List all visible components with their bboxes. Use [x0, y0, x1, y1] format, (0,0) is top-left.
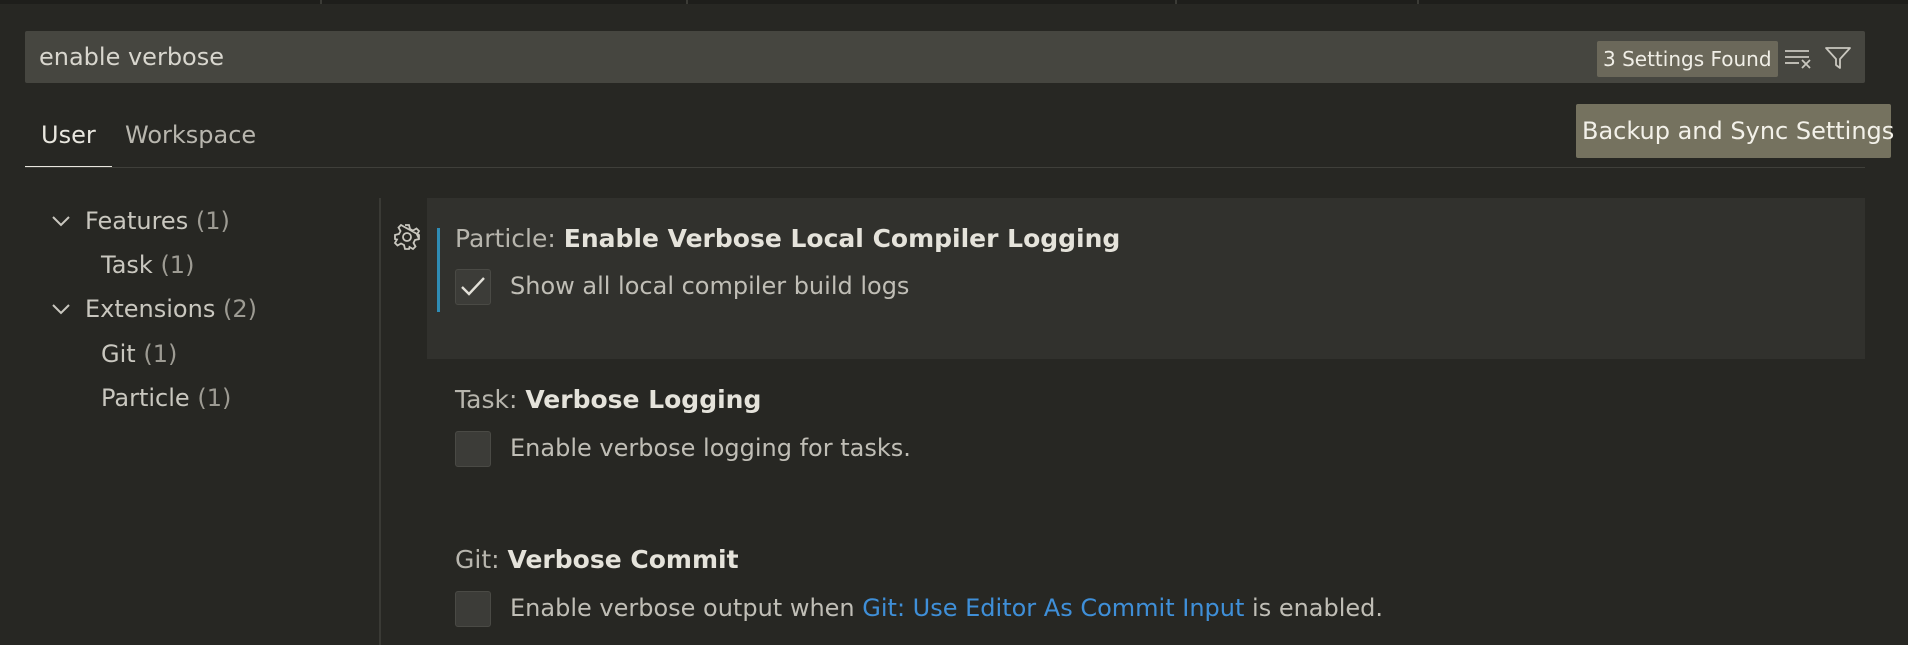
- setting-key: Enable Verbose Local Compiler Logging: [563, 224, 1121, 253]
- tab-separator: [1175, 0, 1177, 4]
- setting-checkbox[interactable]: [455, 591, 491, 627]
- setting-checkbox[interactable]: [455, 431, 491, 467]
- toc-item-git[interactable]: Git (1): [101, 336, 177, 372]
- toc-item-task[interactable]: Task (1): [101, 247, 194, 283]
- setting-checkbox[interactable]: [455, 269, 491, 305]
- gear-icon[interactable]: [392, 222, 422, 252]
- setting-task-verbose-logging: Task: Verbose Logging Enable verbose log…: [427, 359, 1865, 519]
- setting-title: Particle: Enable Verbose Local Compiler …: [455, 224, 1120, 253]
- check-icon: [461, 277, 485, 296]
- results-count-badge: 3 Settings Found: [1597, 41, 1778, 77]
- toc-label: Task: [101, 251, 153, 279]
- toc-item-features[interactable]: Features (1): [50, 203, 230, 239]
- chevron-down-icon: [52, 216, 70, 227]
- tab-separator: [320, 0, 322, 4]
- toc-label: Particle: [101, 384, 190, 412]
- tab-separator: [686, 0, 688, 4]
- focus-indicator: [437, 228, 440, 312]
- tab-separator: [1417, 0, 1419, 4]
- tabs-divider: [25, 167, 1865, 168]
- setting-category: Git:: [455, 545, 508, 574]
- toc-splitter[interactable]: [379, 198, 381, 645]
- toc-count: (1): [143, 340, 178, 368]
- toc-label: Extensions: [85, 295, 216, 323]
- filter-icon[interactable]: [1821, 41, 1855, 75]
- setting-key: Verbose Logging: [525, 385, 762, 414]
- setting-description: Enable verbose logging for tasks.: [510, 434, 911, 462]
- setting-category: Particle:: [455, 224, 564, 253]
- toc-label: Git: [101, 340, 136, 368]
- editor-tab-strip: [0, 0, 1908, 4]
- tab-user[interactable]: User: [25, 118, 112, 168]
- toc-label: Features: [85, 207, 189, 235]
- setting-description: Show all local compiler build logs: [510, 272, 910, 300]
- settings-search-bar: 3 Settings Found: [25, 31, 1865, 83]
- setting-key: Verbose Commit: [507, 545, 739, 574]
- setting-description: Enable verbose output when Git: Use Edit…: [510, 594, 1383, 622]
- description-text: is enabled.: [1244, 594, 1384, 622]
- toc-count: (1): [197, 384, 232, 412]
- setting-particle-verbose-logging: Particle: Enable Verbose Local Compiler …: [427, 198, 1865, 359]
- toc-count: (1): [195, 207, 230, 235]
- tab-workspace[interactable]: Workspace: [109, 118, 272, 168]
- toc-count: (1): [160, 251, 195, 279]
- chevron-down-icon: [52, 304, 70, 315]
- setting-git-verbose-commit: Git: Verbose Commit Enable verbose outpu…: [427, 519, 1865, 645]
- setting-link[interactable]: Git: Use Editor As Commit Input: [862, 594, 1244, 622]
- backup-and-sync-button[interactable]: Backup and Sync Settings: [1576, 104, 1894, 158]
- toc-count: (2): [222, 295, 257, 323]
- toc-item-particle[interactable]: Particle (1): [101, 380, 231, 416]
- setting-category: Task:: [455, 385, 526, 414]
- setting-title: Git: Verbose Commit: [455, 545, 739, 574]
- setting-title: Task: Verbose Logging: [455, 385, 761, 414]
- description-text: Enable verbose output when: [510, 594, 863, 622]
- settings-scope-tabs: User Workspace Backup and Sync Settings: [25, 100, 1894, 170]
- settings-search-input[interactable]: [39, 31, 1339, 83]
- clear-filter-icon[interactable]: [1781, 41, 1815, 75]
- toc-item-extensions[interactable]: Extensions (2): [50, 291, 257, 327]
